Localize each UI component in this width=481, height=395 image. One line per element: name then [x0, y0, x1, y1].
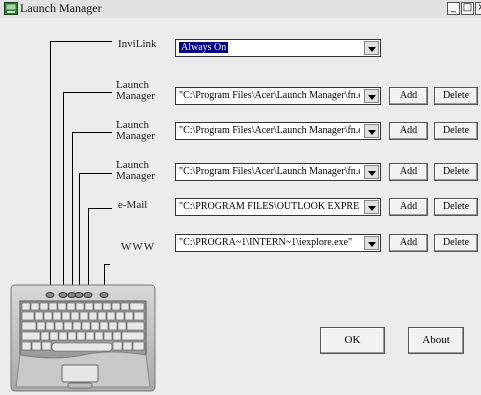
launch-manager-2-select-value: "C:\Program Files\Acer\Launch Manager\fn… [179, 125, 360, 136]
launch-manager-1-select[interactable]: "C:\Program Files\Acer\Launch Manager\fn… [175, 87, 381, 105]
leader-line [79, 173, 112, 174]
chevron-down-icon[interactable] [364, 124, 379, 138]
ok-button[interactable]: OK [320, 327, 385, 354]
chevron-down-icon[interactable] [364, 41, 379, 55]
app-icon [4, 2, 18, 15]
close-button[interactable]: × [475, 2, 481, 15]
leader-line [88, 208, 112, 209]
window-title: Launch Manager [20, 1, 102, 15]
launch-manager-3-select[interactable]: "C:\Program Files\Acer\Launch Manager\fn… [175, 163, 381, 181]
delete-button[interactable]: Delete [434, 198, 478, 216]
add-button[interactable]: Add [389, 122, 428, 140]
add-button[interactable]: Add [389, 87, 428, 105]
leader-line [63, 92, 64, 295]
add-button[interactable]: Add [389, 198, 428, 216]
delete-button[interactable]: Delete [434, 234, 478, 252]
add-button[interactable]: Add [389, 234, 428, 252]
keyboard-illustration [10, 284, 156, 392]
launch-manager-window: Launch Manager _ □ × InviLink Launch Man… [0, 0, 481, 395]
chevron-down-icon[interactable] [364, 200, 379, 214]
title-bar[interactable]: Launch Manager _ □ × [0, 0, 481, 18]
leader-line [63, 92, 112, 93]
invilink-select-value: Always On [179, 42, 229, 53]
launch-manager-3-label: Launch Manager [116, 159, 156, 182]
email-select[interactable]: "C:\PROGRAM FILES\OUTLOOK EXPRES: [175, 198, 381, 216]
chevron-down-icon[interactable] [364, 236, 379, 250]
invilink-label: InviLink [118, 38, 157, 50]
leader-line [72, 132, 112, 133]
email-label: e-Mail [118, 199, 148, 211]
www-select[interactable]: "C:\PROGRA~1\INTERN~1\iexplore.exe" [175, 234, 381, 252]
delete-button[interactable]: Delete [434, 122, 478, 140]
leader-line [72, 132, 73, 295]
launch-manager-3-select-value: "C:\Program Files\Acer\Launch Manager\fn… [179, 166, 360, 177]
launch-manager-1-label: Launch Manager [116, 79, 156, 102]
leader-line [50, 41, 112, 42]
launch-manager-1-select-value: "C:\Program Files\Acer\Launch Manager\fn… [179, 90, 360, 101]
launch-manager-2-select[interactable]: "C:\Program Files\Acer\Launch Manager\fn… [175, 122, 381, 140]
chevron-down-icon[interactable] [364, 89, 379, 103]
about-button[interactable]: About [408, 327, 464, 354]
minimize-button[interactable]: _ [447, 2, 460, 15]
leader-line [79, 173, 80, 295]
chevron-down-icon[interactable] [364, 165, 379, 179]
www-select-value: "C:\PROGRA~1\INTERN~1\iexplore.exe" [179, 237, 353, 248]
add-button[interactable]: Add [389, 163, 428, 181]
invilink-select[interactable]: Always On [175, 39, 381, 57]
www-label: WWW [121, 241, 156, 253]
email-select-value: "C:\PROGRAM FILES\OUTLOOK EXPRES: [179, 201, 360, 212]
delete-button[interactable]: Delete [434, 163, 478, 181]
leader-line [88, 208, 89, 295]
leader-line [50, 41, 51, 295]
delete-button[interactable]: Delete [434, 87, 478, 105]
maximize-button[interactable]: □ [461, 2, 474, 15]
launch-manager-2-label: Launch Manager [116, 119, 156, 142]
